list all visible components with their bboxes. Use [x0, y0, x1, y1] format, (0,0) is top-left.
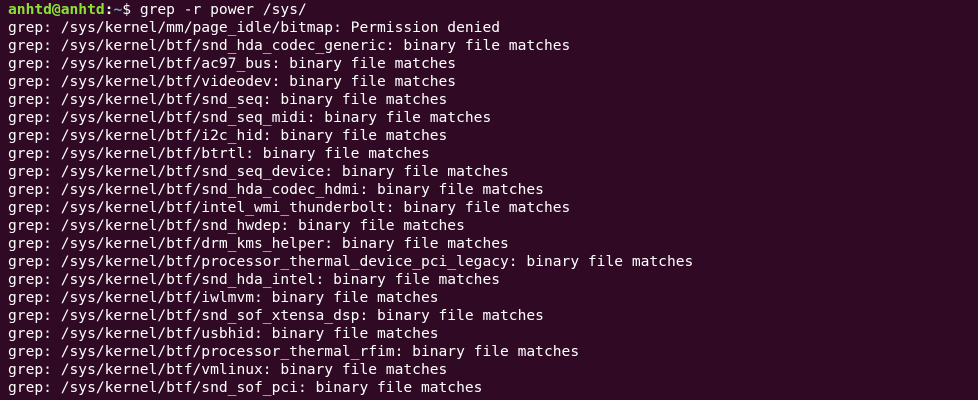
- output-line: grep: /sys/kernel/btf/vmlinux: binary fi…: [8, 361, 448, 378]
- output-line: grep: /sys/kernel/btf/i2c_hid: binary fi…: [8, 127, 448, 144]
- output-line: grep: /sys/kernel/btf/ac97_bus: binary f…: [8, 55, 457, 72]
- output-line: grep: /sys/kernel/btf/videodev: binary f…: [8, 73, 457, 90]
- output-line: grep: /sys/kernel/btf/snd_hda_codec_hdmi…: [8, 181, 544, 198]
- output-line: grep: /sys/kernel/btf/iwlmvm: binary fil…: [8, 289, 439, 306]
- prompt-symbol: $: [122, 1, 140, 18]
- output-line: grep: /sys/kernel/btf/snd_seq_device: bi…: [8, 163, 509, 180]
- output-line: grep: /sys/kernel/btf/drm_kms_helper: bi…: [8, 235, 509, 252]
- output-line: grep: /sys/kernel/btf/btrtl: binary file…: [8, 145, 430, 162]
- output-line: grep: /sys/kernel/btf/snd_sof_pci: binar…: [8, 379, 483, 396]
- output-line: grep: /sys/kernel/btf/snd_hwdep: binary …: [8, 217, 465, 234]
- output-line: grep: /sys/kernel/btf/snd_sof_xtensa_dsp…: [8, 307, 544, 324]
- terminal-window[interactable]: anhtd@anhtd:~$ grep -r power /sys/ grep:…: [0, 0, 978, 400]
- output-line: grep: /sys/kernel/btf/processor_thermal_…: [8, 253, 694, 270]
- output-line: grep: /sys/kernel/btf/snd_seq_midi: bina…: [8, 109, 492, 126]
- prompt-path: ~: [113, 1, 123, 18]
- output-line: grep: /sys/kernel/btf/processor_thermal_…: [8, 343, 580, 360]
- output-line: grep: /sys/kernel/btf/snd_hda_intel: bin…: [8, 271, 501, 288]
- output-line: grep: /sys/kernel/btf/usbhid: binary fil…: [8, 325, 439, 342]
- prompt-user-host: anhtd@anhtd: [8, 1, 105, 18]
- output-line: grep: /sys/kernel/btf/snd_hda_codec_gene…: [8, 37, 571, 54]
- output-line: grep: /sys/kernel/mm/page_idle/bitmap: P…: [8, 19, 501, 36]
- output-line: grep: /sys/kernel/btf/intel_wmi_thunderb…: [8, 199, 571, 216]
- prompt-line: anhtd@anhtd:~$ grep -r power /sys/: [8, 1, 978, 19]
- command-text: grep -r power /sys/: [139, 1, 307, 18]
- output-line: grep: /sys/kernel/btf/snd_seq: binary fi…: [8, 91, 448, 108]
